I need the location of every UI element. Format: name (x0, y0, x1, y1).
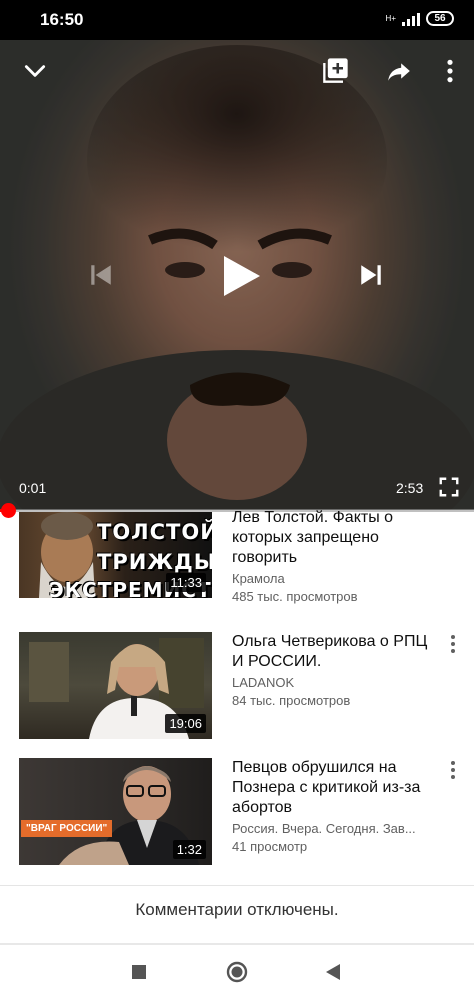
system-nav-bar (0, 943, 474, 1000)
video-title[interactable]: Ольга Четверикова о РПЦ И РОССИИ. (232, 632, 437, 672)
video-player[interactable]: 0:01 2:53 (0, 40, 474, 510)
video-thumbnail[interactable]: "ВРАГ РОССИИ" 1:32 (19, 758, 212, 865)
video-duration: 11:33 (166, 573, 206, 592)
status-icons: H+ 56 (386, 11, 454, 26)
skip-previous-icon[interactable] (88, 262, 114, 288)
video-title[interactable]: Лев Толстой. Факты о которых запрещено г… (232, 508, 437, 568)
more-vert-icon[interactable] (444, 632, 462, 656)
video-views: 84 тыс. просмотров (232, 693, 351, 708)
video-duration: 19:06 (165, 714, 206, 733)
video-channel: LADANOK (232, 675, 295, 690)
video-views: 41 просмотр (232, 839, 308, 854)
status-time: 16:50 (40, 10, 84, 29)
recents-icon[interactable] (130, 963, 148, 986)
video-duration: 1:32 (172, 840, 206, 859)
playlist-add-icon[interactable] (322, 56, 350, 84)
current-time: 0:01 (19, 480, 47, 496)
list-item[interactable]: 19:06 Ольга Четверикова о РПЦ И РОССИИ. … (0, 632, 474, 742)
play-icon[interactable] (218, 252, 262, 300)
video-channel: Россия. Вчера. Сегодня. Зав... (232, 821, 416, 836)
divider (0, 885, 474, 886)
more-vert-icon[interactable] (442, 58, 458, 84)
video-thumbnail[interactable]: ТОЛСТОЙ ТРИЖДЫ ЭКСТРЕМИСТ 11:33 (19, 512, 212, 598)
video-info: Певцов обрушился на Познера с критикой и… (232, 758, 437, 856)
total-time: 2:53 (396, 480, 424, 496)
back-icon[interactable] (324, 963, 342, 986)
chevron-down-icon[interactable] (22, 58, 48, 84)
video-info: Ольга Четверикова о РПЦ И РОССИИ. LADANO… (232, 632, 437, 710)
thumb-badge: "ВРАГ РОССИИ" (21, 820, 113, 837)
video-channel: Крамола (232, 571, 285, 586)
list-item[interactable]: ТОЛСТОЙ ТРИЖДЫ ЭКСТРЕМИСТ 11:33 Лев Толс… (0, 497, 474, 607)
comments-disabled-notice: Комментарии отключены. (135, 900, 339, 919)
fullscreen-icon[interactable] (438, 476, 460, 498)
video-info: Лев Толстой. Факты о которых запрещено г… (232, 508, 437, 606)
battery-indicator: 56 (426, 11, 454, 26)
thumb-line-1: ТОЛСТОЙ (97, 520, 212, 544)
network-type: H+ (385, 13, 396, 23)
video-thumbnail[interactable]: 19:06 (19, 632, 212, 739)
thumb-line-2: ТРИЖДЫ (97, 550, 212, 574)
share-icon[interactable] (386, 58, 412, 84)
video-title[interactable]: Певцов обрушился на Познера с критикой и… (232, 758, 437, 818)
video-views: 485 тыс. просмотров (232, 589, 358, 604)
list-item[interactable]: "ВРАГ РОССИИ" 1:32 Певцов обрушился на П… (0, 758, 474, 868)
status-bar: 16:50 H+ 56 (0, 0, 474, 40)
skip-next-icon[interactable] (358, 262, 384, 288)
signal-icon (402, 12, 420, 26)
home-icon[interactable] (226, 961, 248, 988)
more-vert-icon[interactable] (444, 758, 462, 782)
